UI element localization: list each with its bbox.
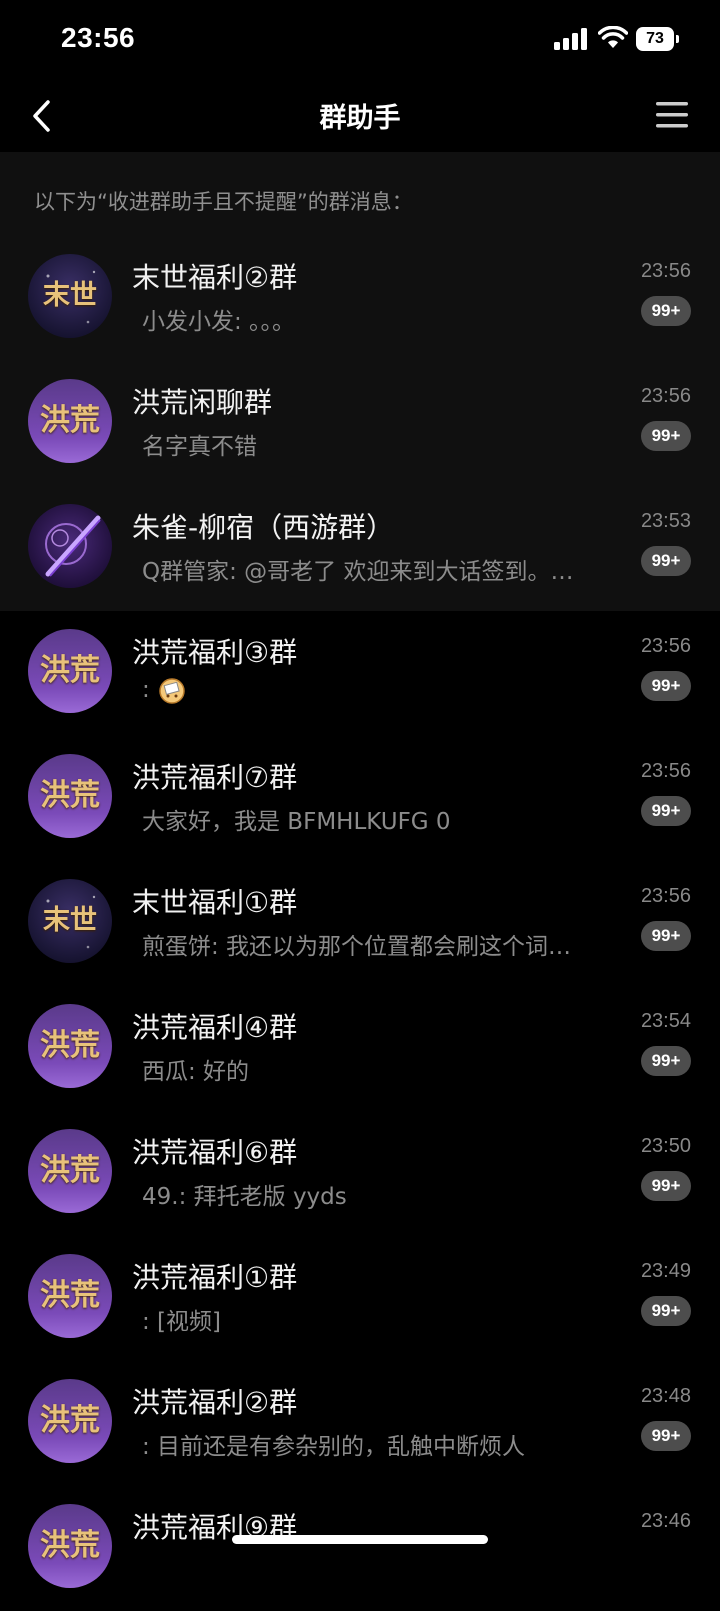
group-name: 洪荒福利③群	[132, 636, 298, 669]
group-avatar[interactable]: 洪荒	[28, 1004, 112, 1088]
unread-badge: 99+	[641, 1046, 691, 1076]
group-name: 洪荒福利①群	[132, 1261, 298, 1294]
group-name: 洪荒闲聊群	[132, 386, 273, 419]
page-title: 群助手	[319, 103, 401, 134]
unread-badge: 99+	[641, 546, 691, 576]
cellular-signal-icon	[554, 28, 587, 50]
info-text: 以下为“收进群助手且不提醒”的群消息：	[34, 190, 413, 214]
last-message: : [视频]	[142, 1309, 222, 1335]
wifi-icon	[598, 26, 628, 48]
group-name: 末世福利①群	[132, 886, 298, 919]
group-name: 末世福利②群	[132, 261, 298, 294]
avatar-text: 洪荒	[40, 1028, 100, 1063]
group-name: 朱雀-柳宿（西游群）	[132, 511, 395, 544]
chat-row[interactable]: 洪荒 洪荒闲聊群名字真不错 23:56 99+	[0, 361, 720, 486]
avatar-text: 洪荒	[40, 403, 100, 438]
last-message: : 目前还是有参杂别的，乱触中断烦人	[142, 1434, 526, 1460]
avatar-text: 洪荒	[40, 1528, 100, 1563]
status-time: 23:56	[61, 22, 136, 53]
last-message: 西瓜: 好的	[142, 1059, 250, 1085]
avatar-text: 末世	[43, 280, 97, 311]
battery-icon: 73	[636, 27, 680, 51]
message-time: 23:56	[640, 385, 691, 407]
avatar-text: 末世	[43, 905, 97, 936]
message-time: 23:53	[640, 510, 691, 532]
message-time: 23:56	[640, 760, 691, 782]
status-bar: 23:56 73	[0, 0, 720, 78]
group-name: 洪荒福利④群	[132, 1011, 298, 1044]
group-avatar[interactable]: 末世	[28, 254, 112, 338]
chat-row[interactable]: 末世 末世福利①群煎蛋饼: 我还以为那个位置都会刷这个词… 23:56 99+	[0, 861, 720, 986]
message-time: 23:48	[640, 1385, 691, 1407]
last-message: 煎蛋饼: 我还以为那个位置都会刷这个词…	[142, 934, 572, 960]
avatar-text: 洪荒	[40, 778, 100, 813]
group-avatar[interactable]: 洪荒	[28, 629, 112, 713]
last-message: Q群管家: @哥老了 欢迎来到大话签到。…	[142, 559, 574, 585]
unread-badge: 99+	[641, 1296, 691, 1326]
avatar-text: 洪荒	[40, 653, 100, 688]
chat-row[interactable]: 末世 末世福利②群小发小发: 。。。 23:56 99+	[0, 236, 720, 361]
unread-badge: 99+	[641, 796, 691, 826]
avatar-text: 洪荒	[40, 1403, 100, 1438]
group-name: 洪荒福利②群	[132, 1386, 298, 1419]
group-avatar[interactable]: 洪荒	[28, 379, 112, 463]
menu-icon[interactable]	[654, 99, 690, 131]
chat-row[interactable]: 洪荒 洪荒福利③群: 23:56 99+	[0, 611, 720, 736]
message-time: 23:50	[640, 1135, 691, 1157]
group-avatar[interactable]: 末世	[28, 879, 112, 963]
chat-row[interactable]: 洪荒 洪荒福利②群 : 目前还是有参杂别的，乱触中断烦人 23:48 99+	[0, 1361, 720, 1486]
message-time: 23:49	[640, 1260, 691, 1282]
last-message: 名字真不错	[142, 434, 257, 460]
group-avatar[interactable]	[28, 504, 112, 588]
chat-row[interactable]: 洪荒 洪荒福利①群 : [视频] 23:49 99+	[0, 1236, 720, 1361]
unread-badge: 99+	[641, 671, 691, 701]
sticker-emoji-icon	[158, 677, 186, 705]
last-message: 49.: 拜托老版 yyds	[142, 1184, 347, 1210]
unread-badge: 99+	[641, 421, 691, 451]
group-avatar[interactable]: 洪荒	[28, 1379, 112, 1463]
chat-row[interactable]: 洪荒 洪荒福利⑥群 49.: 拜托老版 yyds 23:50 99+	[0, 1111, 720, 1236]
group-avatar[interactable]: 洪荒	[28, 1254, 112, 1338]
chat-row[interactable]: 洪荒 洪荒福利④群西瓜: 好的 23:54 99+	[0, 986, 720, 1111]
info-banner: 以下为“收进群助手且不提醒”的群消息：	[0, 152, 720, 236]
group-name: 洪荒福利⑦群	[132, 761, 298, 794]
message-time: 23:46	[640, 1510, 691, 1532]
nav-bar: 群助手	[0, 80, 720, 152]
unread-badge: 99+	[641, 1171, 691, 1201]
group-avatar[interactable]: 洪荒	[28, 754, 112, 838]
unread-badge: 99+	[641, 921, 691, 951]
chat-row[interactable]: 朱雀-柳宿（西游群） Q群管家: @哥老了 欢迎来到大话签到。… 23:53 99+	[0, 486, 720, 611]
battery-level: 73	[636, 27, 674, 51]
last-message: 大家好，我是 BFMHLKUFG 0	[142, 809, 451, 835]
avatar-text: 洪荒	[40, 1278, 100, 1313]
last-message: 小发小发: 。。。	[142, 309, 296, 335]
message-time: 23:56	[640, 260, 691, 282]
chat-row[interactable]: 洪荒 洪荒福利⑨群 23:46	[0, 1486, 720, 1611]
group-name: 洪荒福利⑥群	[132, 1136, 298, 1169]
avatar-text: 洪荒	[40, 1153, 100, 1188]
message-time: 23:56	[640, 635, 691, 657]
last-message: :	[142, 677, 150, 703]
home-indicator[interactable]	[232, 1535, 488, 1544]
message-time: 23:56	[640, 885, 691, 907]
unread-badge: 99+	[641, 296, 691, 326]
group-avatar[interactable]: 洪荒	[28, 1504, 112, 1588]
group-avatar[interactable]: 洪荒	[28, 1129, 112, 1213]
chat-row[interactable]: 洪荒 洪荒福利⑦群大家好，我是 BFMHLKUFG 0 23:56 99+	[0, 736, 720, 861]
message-time: 23:54	[640, 1010, 691, 1032]
unread-badge: 99+	[641, 1421, 691, 1451]
